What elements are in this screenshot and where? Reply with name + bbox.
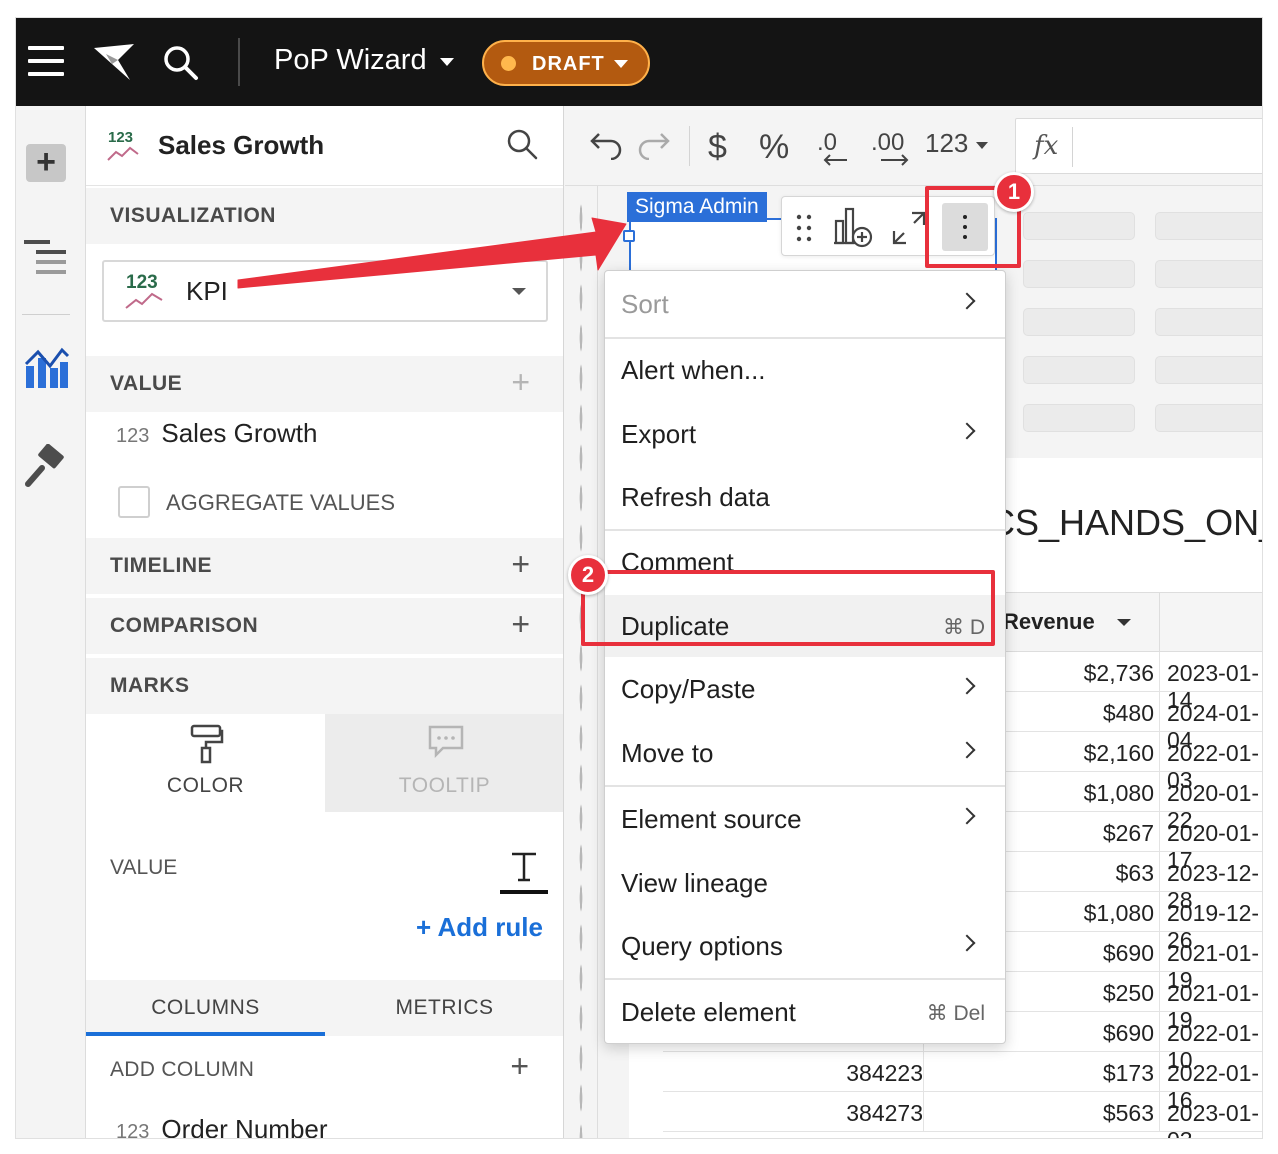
annotation-arrow-icon — [237, 217, 627, 289]
app-window: PoP Wizard DRAFT + 123 Sales Growth VISU… — [16, 18, 1262, 1138]
